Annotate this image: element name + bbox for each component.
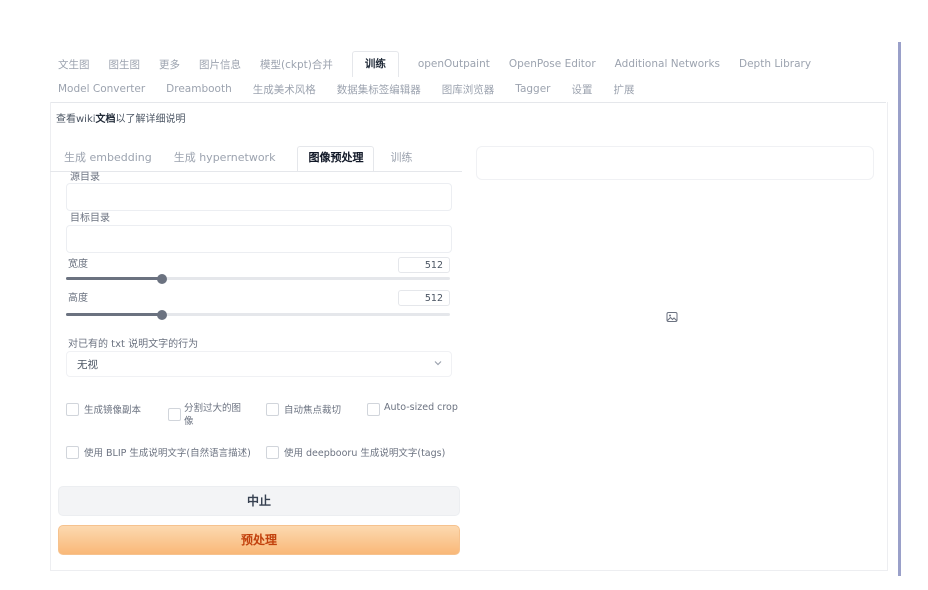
tab-extras[interactable]: 更多: [159, 57, 180, 72]
height-slider-thumb[interactable]: [157, 310, 167, 320]
height-slider-fill: [66, 313, 162, 316]
tab-png-info[interactable]: 图片信息: [199, 57, 241, 72]
chevron-down-icon: [433, 358, 443, 371]
tab-extensions[interactable]: 扩展: [613, 82, 634, 97]
dest-dir-input[interactable]: [66, 225, 452, 253]
height-number-input[interactable]: 512: [398, 290, 450, 306]
wiki-note-suffix: 以了解详细说明: [115, 114, 186, 125]
width-label: 宽度: [68, 259, 88, 270]
source-dir-input[interactable]: [66, 183, 452, 211]
mirror-label: 生成镜像副本: [84, 405, 142, 416]
top-nav-row-2: Model Converter Dreambooth 生成美术风格 数据集标签编…: [58, 80, 655, 98]
tab-settings[interactable]: 设置: [571, 82, 592, 97]
tab-image-browser[interactable]: 图库浏览器: [442, 82, 495, 97]
width-slider-fill: [66, 277, 162, 280]
top-nav-row-1: 文生图 图生图 更多 图片信息 模型(ckpt)合并 训练 openOutpai…: [58, 51, 830, 77]
auto-sized-crop-checkbox[interactable]: [367, 403, 380, 416]
split-label: 分割过大的图像: [184, 403, 242, 427]
caption-action-label: 对已有的 txt 说明文字的行为: [68, 339, 199, 350]
auto-sized-crop-label: Auto-sized crop: [384, 402, 458, 413]
tab-openpose-editor[interactable]: OpenPose Editor: [509, 58, 596, 70]
dest-dir-label: 目标目录: [70, 213, 110, 224]
output-header-box: [476, 146, 874, 180]
window-edge-bar: [898, 42, 901, 576]
tab-tagger[interactable]: Tagger: [515, 83, 550, 95]
deepbooru-caption-checkbox[interactable]: [266, 446, 279, 459]
width-slider-thumb[interactable]: [157, 274, 167, 284]
wiki-note: 查看wiki文档以了解详细说明: [56, 110, 186, 125]
subtab-create-hypernetwork[interactable]: 生成 hypernetwork: [174, 149, 276, 165]
train-subtabs: 生成 embedding 生成 hypernetwork 图像预处理 训练: [64, 146, 434, 172]
tab-train[interactable]: 训练: [351, 51, 399, 77]
focal-crop-checkbox[interactable]: [266, 403, 279, 416]
height-label: 高度: [68, 293, 88, 304]
subtab-train[interactable]: 训练: [390, 149, 412, 165]
wiki-note-prefix: 查看wiki: [56, 114, 96, 125]
tab-dreambooth[interactable]: Dreambooth: [166, 83, 232, 95]
image-icon: [666, 311, 678, 323]
preprocess-panel: 源目录 目标目录 宽度 512 高度 512 对已有的 txt 说明文字的行为 …: [56, 171, 462, 563]
tab-img2img[interactable]: 图生图: [109, 57, 141, 72]
deepbooru-caption-label: 使用 deepbooru 生成说明文字(tags): [284, 448, 446, 459]
subtab-preprocess-images[interactable]: 图像预处理: [297, 146, 375, 172]
blip-caption-checkbox[interactable]: [66, 446, 79, 459]
tab-openoutpaint[interactable]: openOutpaint: [418, 58, 490, 70]
split-checkbox[interactable]: [168, 408, 181, 421]
tab-style-generator[interactable]: 生成美术风格: [253, 82, 316, 97]
caption-action-select[interactable]: 无视: [66, 351, 452, 377]
source-dir-label: 源目录: [70, 172, 100, 183]
preprocess-button[interactable]: 预处理: [58, 525, 460, 555]
interrupt-button[interactable]: 中止: [58, 486, 460, 516]
tab-additional-networks[interactable]: Additional Networks: [615, 58, 720, 70]
tab-dataset-tag-editor[interactable]: 数据集标签编辑器: [337, 82, 421, 97]
caption-action-value: 无视: [77, 359, 98, 371]
width-number-input[interactable]: 512: [398, 257, 450, 273]
tab-txt2img[interactable]: 文生图: [58, 57, 90, 72]
focal-crop-label: 自动焦点裁切: [284, 405, 342, 416]
tab-checkpoint-merger[interactable]: 模型(ckpt)合并: [260, 57, 333, 72]
blip-caption-label: 使用 BLIP 生成说明文字(自然语言描述): [84, 448, 251, 459]
wiki-docs-link[interactable]: 文档: [96, 114, 116, 125]
subtab-create-embedding[interactable]: 生成 embedding: [64, 149, 152, 165]
tab-model-converter[interactable]: Model Converter: [58, 83, 145, 95]
tab-depth-library[interactable]: Depth Library: [739, 58, 811, 70]
mirror-checkbox[interactable]: [66, 403, 79, 416]
